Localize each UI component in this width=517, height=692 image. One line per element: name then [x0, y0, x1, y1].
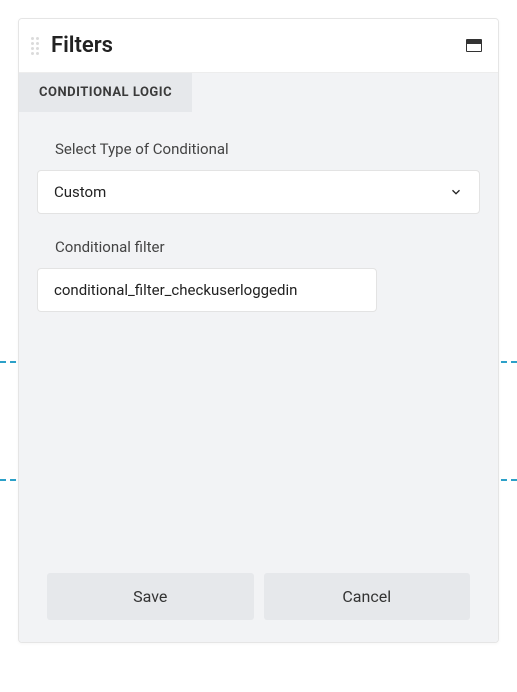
type-label: Select Type of Conditional — [37, 140, 480, 158]
field-group-type: Select Type of Conditional Custom — [37, 140, 480, 214]
window-icon[interactable] — [466, 39, 482, 52]
button-row: Save Cancel — [37, 573, 480, 624]
panel-title: Filters — [51, 33, 466, 58]
chevron-down-icon — [449, 185, 463, 199]
filter-input[interactable] — [37, 268, 377, 312]
type-select-value: Custom — [54, 183, 106, 201]
save-button[interactable]: Save — [47, 573, 254, 620]
field-group-filter: Conditional filter — [37, 238, 480, 312]
tab-conditional-logic[interactable]: CONDITIONAL LOGIC — [19, 73, 192, 112]
type-select[interactable]: Custom — [37, 170, 480, 214]
filters-panel: Filters CONDITIONAL LOGIC Select Type of… — [18, 18, 499, 643]
filter-label: Conditional filter — [37, 238, 480, 256]
cancel-button[interactable]: Cancel — [264, 573, 471, 620]
panel-header: Filters — [19, 19, 498, 73]
drag-handle-icon[interactable] — [29, 34, 41, 58]
tab-bar: CONDITIONAL LOGIC — [19, 73, 498, 112]
panel-body: Select Type of Conditional Custom Condit… — [19, 112, 498, 642]
